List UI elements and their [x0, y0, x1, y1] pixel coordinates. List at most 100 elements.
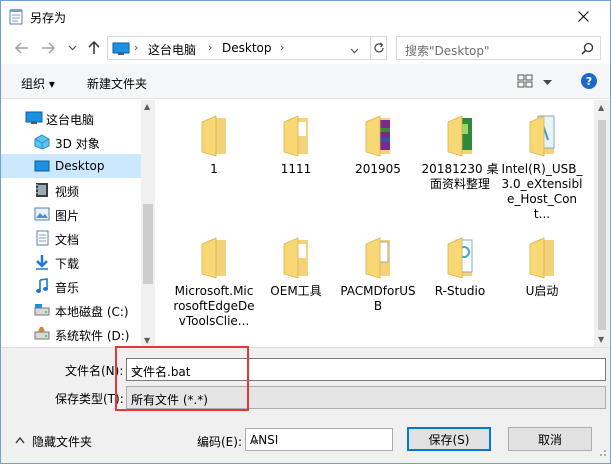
folder-item[interactable]: PACMDforUSB	[337, 232, 419, 314]
nav-item-drive-c[interactable]: 本地磁盘 (C:)	[1, 298, 141, 322]
folder-item[interactable]: Intel(R)_USB_3.0_eXtensible_Host_Cont...	[501, 110, 583, 222]
refresh-icon	[374, 42, 384, 53]
nav-item-label: 这台电脑	[46, 113, 95, 127]
recent-locations-button[interactable]	[63, 39, 81, 57]
nav-item-label: 下载	[55, 257, 80, 271]
folder-icon	[272, 232, 320, 280]
scrollbar-thumb[interactable]	[598, 120, 606, 330]
breadcrumb-separator: ›	[208, 41, 213, 54]
folder-icon	[436, 232, 484, 280]
address-bar[interactable]: › 这台电脑 › Desktop ›	[107, 36, 387, 60]
organize-button[interactable]: 组织 ▾	[21, 75, 55, 92]
breadcrumb-desktop[interactable]: Desktop	[222, 41, 272, 55]
folder-label: Microsoft.MicrosoftEdgeDevToolsClie...	[173, 284, 255, 328]
nav-item-label: 图片	[55, 209, 80, 223]
video-icon	[34, 182, 50, 198]
resize-grip-icon[interactable]	[597, 446, 607, 460]
folder-icon	[436, 110, 484, 158]
folder-label: 1	[210, 162, 218, 176]
nav-item-desktop[interactable]: Desktop	[1, 154, 141, 178]
nav-item-documents[interactable]: 文档	[1, 226, 141, 250]
highlight-box	[115, 346, 249, 411]
help-button[interactable]: ?	[581, 73, 597, 89]
navigation-pane: 这台电脑 3D 对象 Desktop 视频 图片 文档 下载 音乐 本地磁盘 (…	[1, 100, 155, 347]
folder-label: Intel(R)_USB_3.0_eXtensible_Host_Cont...	[501, 162, 583, 221]
folder-icon	[518, 232, 566, 280]
cancel-button[interactable]: 取消	[508, 427, 592, 451]
folder-icon	[190, 110, 238, 158]
nav-item-label: 系统软件 (D:)	[55, 329, 130, 343]
filetype-label: 保存类型(T):	[55, 392, 124, 406]
computer-icon	[112, 42, 130, 59]
folder-item[interactable]: U启动	[501, 232, 583, 299]
view-options-icon[interactable]	[517, 74, 533, 91]
folder-item[interactable]: 20181230 桌面资料整理	[419, 110, 501, 192]
drive-icon	[34, 326, 50, 342]
back-button[interactable]	[13, 39, 31, 57]
window-title: 另存为	[30, 11, 67, 25]
scroll-up-icon[interactable]: ▲	[598, 103, 604, 112]
folder-item[interactable]: R-Studio	[419, 232, 501, 299]
address-dropdown-icon[interactable]	[350, 43, 359, 57]
folder-label: 20181230 桌面资料整理	[421, 162, 499, 191]
nav-item-downloads[interactable]: 下载	[1, 250, 141, 274]
encoding-select[interactable]: ANSI	[245, 428, 393, 451]
nav-item-3d-objects[interactable]: 3D 对象	[1, 130, 141, 154]
3d-objects-icon	[34, 134, 50, 150]
back-arrow-icon	[15, 42, 28, 54]
new-folder-button[interactable]: 新建文件夹	[87, 75, 147, 92]
downloads-icon	[34, 254, 50, 270]
save-button[interactable]: 保存(S)	[407, 427, 491, 451]
nav-item-pictures[interactable]: 图片	[1, 202, 141, 226]
forward-button[interactable]	[39, 39, 57, 57]
folder-item[interactable]: 201905	[337, 110, 419, 177]
save-form: 文件名(N): 文件名.bat 保存类型(T): 所有文件 (*.*) 隐藏文件…	[1, 347, 610, 463]
chevron-up-icon	[15, 436, 25, 444]
music-icon	[34, 278, 50, 294]
folder-icon	[190, 232, 238, 280]
nav-item-this-pc[interactable]: 这台电脑	[1, 106, 141, 130]
folder-label: OEM工具	[270, 284, 322, 298]
folder-item[interactable]: Microsoft.MicrosoftEdgeDevToolsClie...	[173, 232, 255, 329]
up-button[interactable]	[85, 39, 103, 57]
nav-item-label: 音乐	[55, 281, 80, 295]
folder-label: 1111	[280, 162, 312, 176]
search-icon	[581, 42, 594, 58]
folder-item[interactable]: 1	[173, 110, 255, 177]
search-placeholder: 搜索"Desktop"	[405, 44, 490, 58]
nav-item-label: 文档	[55, 233, 80, 247]
folder-icon	[518, 110, 566, 158]
scroll-up-icon[interactable]: ▲	[144, 102, 150, 111]
documents-icon	[34, 230, 50, 246]
title-bar: 另存为	[1, 1, 610, 32]
scroll-down-icon[interactable]: ▼	[144, 336, 150, 345]
nav-item-music[interactable]: 音乐	[1, 274, 141, 298]
close-button[interactable]	[560, 1, 606, 32]
search-input[interactable]: 搜索"Desktop"	[396, 36, 601, 60]
scrollbar-thumb[interactable]	[143, 204, 153, 284]
folder-icon	[354, 110, 402, 158]
nav-item-label: 视频	[55, 185, 80, 199]
breadcrumb-separator: ›	[134, 41, 139, 54]
breadcrumb-this-pc[interactable]: 这台电脑	[148, 41, 196, 58]
nav-item-drive-d[interactable]: 系统软件 (D:)	[1, 322, 141, 346]
refresh-button[interactable]	[370, 37, 387, 59]
computer-icon	[25, 110, 43, 126]
folder-label: R-Studio	[434, 284, 486, 298]
chevron-down-icon[interactable]	[250, 434, 388, 448]
navigation-row: › 这台电脑 › Desktop › 搜索"Desktop"	[1, 32, 610, 64]
pictures-icon	[34, 206, 50, 222]
folder-item[interactable]: OEM工具	[255, 232, 337, 299]
folder-label: PACMDforUSB	[340, 284, 416, 313]
folder-label: 201905	[355, 162, 401, 176]
nav-pane-scrollbar[interactable]: ▲ ▼	[141, 100, 155, 347]
scroll-down-icon[interactable]: ▼	[598, 335, 604, 344]
notepad-icon	[9, 9, 23, 28]
view-dropdown-icon[interactable]	[543, 75, 552, 89]
nav-item-videos[interactable]: 视频	[1, 178, 141, 202]
folder-item[interactable]: 1111	[255, 110, 337, 177]
toolbar: 组织 ▾ 新建文件夹 ?	[1, 64, 610, 99]
file-list-scrollbar[interactable]: ▲ ▼	[594, 100, 610, 347]
folder-label: U启动	[525, 284, 559, 298]
folder-icon	[354, 232, 402, 280]
